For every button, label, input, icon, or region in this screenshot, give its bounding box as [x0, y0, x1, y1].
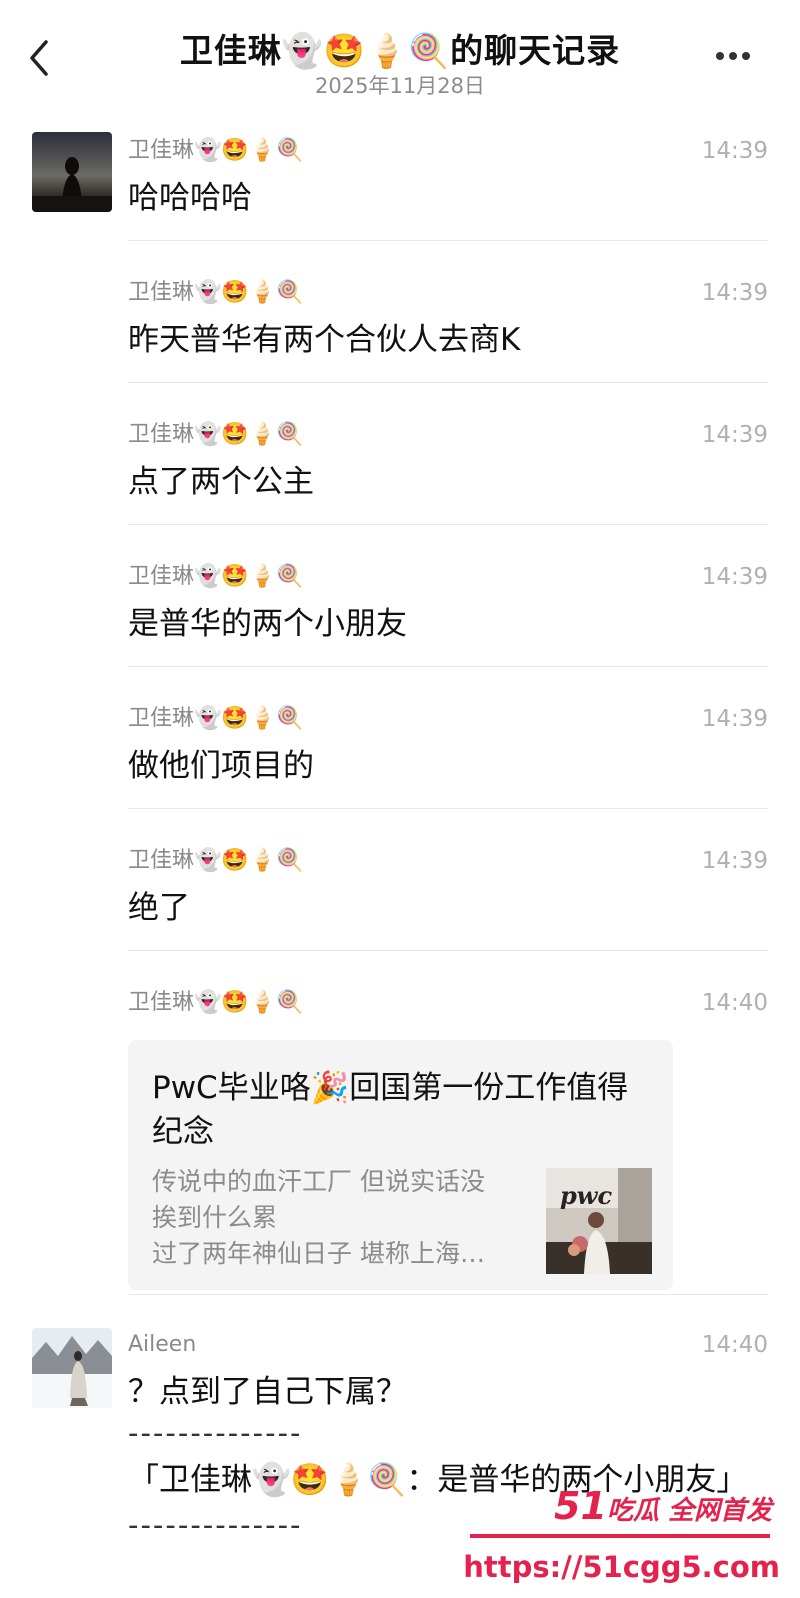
watermark: 51吃瓜 全网首发 https://51cgg5.com	[463, 1484, 780, 1584]
message-text: 昨天普华有两个合伙人去商K	[128, 322, 521, 358]
message-divider	[128, 1294, 768, 1295]
shared-post-card[interactable]: PwC毕业咯🎉回国第一份工作值得纪念 传说中的血汗工厂 但说实话没 挨到什么累 …	[128, 1040, 673, 1290]
message-text: 做他们项目的	[128, 748, 314, 784]
sender-name: Aileen	[128, 1332, 197, 1357]
avatar-weijialin[interactable]	[32, 132, 112, 212]
more-options-icon[interactable]	[716, 52, 756, 64]
card-desc-line: 过了两年神仙日子 堪称上海…	[152, 1239, 485, 1268]
watermark-brand-text: 吃瓜 全网首发	[606, 1496, 772, 1526]
card-description: 传说中的血汗工厂 但说实话没 挨到什么累 过了两年神仙日子 堪称上海…	[152, 1164, 522, 1272]
message-time: 14:39	[701, 280, 768, 306]
sender-name: 卫佳琳👻🤩🍦🍭	[128, 280, 304, 305]
message-divider	[128, 240, 768, 241]
card-desc-line: 挨到什么累	[152, 1203, 278, 1232]
chat-message[interactable]: 卫佳琳👻🤩🍦🍭 14:39 点了两个公主	[128, 420, 768, 502]
card-thumbnail: pwc	[546, 1168, 652, 1274]
message-divider	[128, 950, 768, 951]
chat-message-card-header: 卫佳琳👻🤩🍦🍭 14:40	[128, 988, 768, 1018]
message-time: 14:40	[701, 1332, 768, 1358]
chat-message[interactable]: 卫佳琳👻🤩🍦🍭 14:39 绝了	[128, 846, 768, 928]
chat-history-header: 卫佳琳👻🤩🍦🍭的聊天记录 2025年11月28日	[0, 0, 800, 110]
message-text: 哈哈哈哈	[128, 180, 252, 216]
card-title: PwC毕业咯🎉回国第一份工作值得纪念	[152, 1070, 629, 1150]
message-text: 绝了	[128, 890, 190, 926]
watermark-decoration	[470, 1534, 770, 1538]
sender-name: 卫佳琳👻🤩🍦🍭	[128, 848, 304, 873]
chat-message[interactable]: 卫佳琳👻🤩🍦🍭 14:39 昨天普华有两个合伙人去商K	[128, 278, 768, 360]
history-date: 2025年11月28日	[315, 74, 485, 98]
message-divider	[128, 666, 768, 667]
message-text: ？点到了自己下属？	[128, 1374, 407, 1410]
chat-message[interactable]: 卫佳琳👻🤩🍦🍭 14:39 是普华的两个小朋友	[128, 562, 768, 644]
message-text: 点了两个公主	[128, 464, 314, 500]
message-time: 14:40	[701, 990, 768, 1016]
message-divider	[128, 524, 768, 525]
page-title: 卫佳琳👻🤩🍦🍭的聊天记录	[179, 31, 621, 70]
sender-name: 卫佳琳👻🤩🍦🍭	[128, 422, 304, 447]
message-time: 14:39	[701, 564, 768, 590]
message-time: 14:39	[701, 138, 768, 164]
chat-message[interactable]: 卫佳琳👻🤩🍦🍭 14:39 做他们项目的	[128, 704, 768, 786]
sender-name: 卫佳琳👻🤩🍦🍭	[128, 564, 304, 589]
sender-name: 卫佳琳👻🤩🍦🍭	[128, 138, 304, 163]
sender-name: 卫佳琳👻🤩🍦🍭	[128, 990, 304, 1015]
watermark-url: https://51cgg5.com	[463, 1550, 780, 1584]
message-time: 14:39	[701, 848, 768, 874]
message-text: 是普华的两个小朋友	[128, 606, 407, 642]
avatar-aileen[interactable]	[32, 1328, 112, 1408]
message-divider	[128, 382, 768, 383]
message-time: 14:39	[701, 706, 768, 732]
message-time: 14:39	[701, 422, 768, 448]
sender-name: 卫佳琳👻🤩🍦🍭	[128, 706, 304, 731]
chat-message[interactable]: 卫佳琳👻🤩🍦🍭 14:39 哈哈哈哈	[128, 136, 768, 218]
pwc-logo-text: pwc	[560, 1181, 612, 1210]
message-divider	[128, 808, 768, 809]
watermark-brand-number: 51	[554, 1484, 607, 1528]
watermark-brand: 51吃瓜 全网首发	[554, 1484, 772, 1528]
card-desc-line: 传说中的血汗工厂 但说实话没	[152, 1167, 485, 1196]
quote-separator: --------------	[128, 1416, 303, 1450]
